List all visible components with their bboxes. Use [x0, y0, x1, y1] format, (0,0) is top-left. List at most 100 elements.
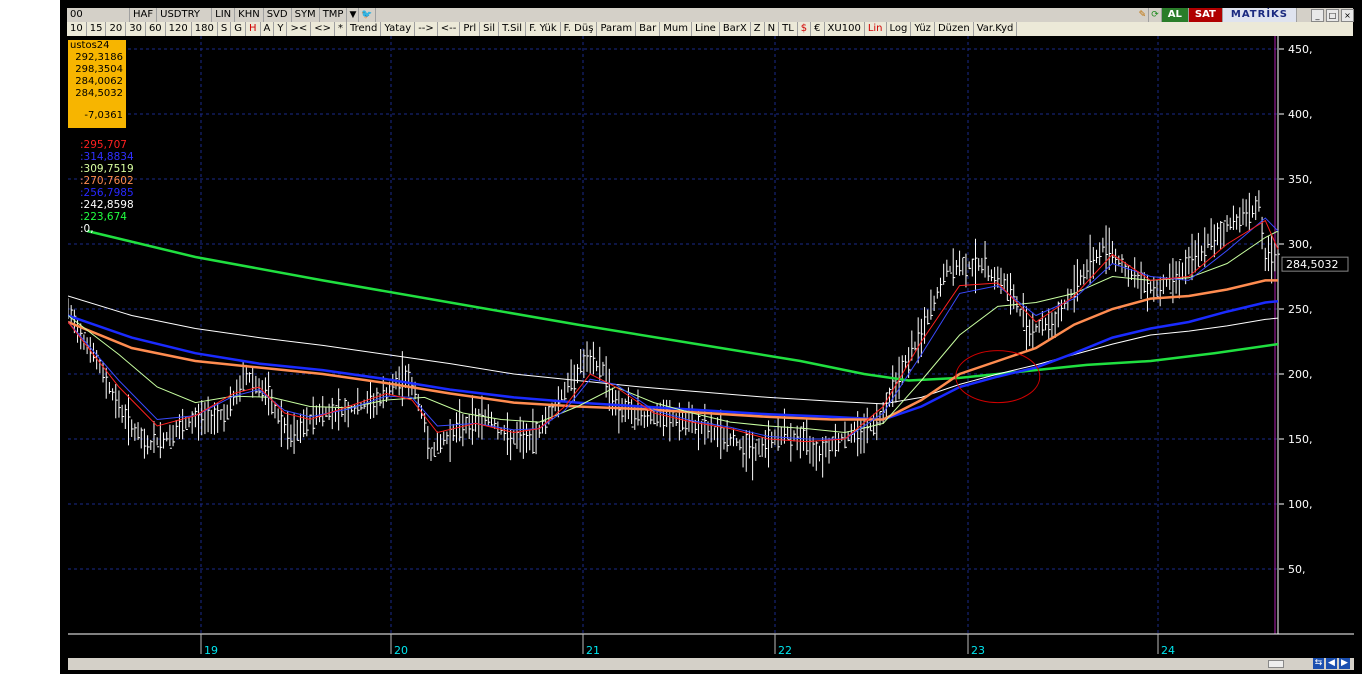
ohlc-info-box: ustos24 292,3186 298,3504 284,0062 284,5…	[68, 40, 126, 128]
y-tick-label: 300,	[1288, 238, 1313, 251]
toolbar-option-20[interactable]: Sil	[480, 22, 500, 36]
toolbar-option-3[interactable]: 30	[126, 22, 146, 36]
ma-legend-item: :242,8598	[80, 199, 134, 211]
scroll-left-icon[interactable]: ◀	[1326, 658, 1337, 669]
x-tick-label: 19	[204, 644, 218, 657]
toolbar-option-0[interactable]: 10	[67, 22, 87, 36]
ma-legend-item: :0,	[80, 223, 94, 235]
y-tick-label: 150,	[1288, 433, 1313, 446]
series-line-ma-orange	[67, 279, 1278, 421]
twitter-icon[interactable]: 🐦	[359, 8, 376, 22]
toolbar-option-37[interactable]: Yüz	[911, 22, 935, 36]
toolbar-option-28[interactable]: BarX	[720, 22, 751, 36]
x-tick-label: 23	[971, 644, 985, 657]
y-tick-label: 400,	[1288, 108, 1313, 121]
left-panel-strip	[0, 0, 61, 674]
toolbar-option-39[interactable]: Var.Kyd	[974, 22, 1018, 36]
x-tick-label: 20	[394, 644, 408, 657]
toolbar-option-29[interactable]: Z	[751, 22, 765, 36]
toolbar-lin-button[interactable]: LIN	[212, 8, 236, 22]
toolbar-option-34[interactable]: XU100	[825, 22, 865, 36]
scroll-right-icon[interactable]: ▶	[1339, 658, 1350, 669]
toolbar-option-1[interactable]: 15	[87, 22, 107, 36]
moving-average-legend: :295,707:314,8834:309,7519:270,7602:256,…	[80, 139, 134, 235]
toolbar-option-25[interactable]: Bar	[636, 22, 661, 36]
ohlc-open: 292,3186	[75, 52, 123, 63]
window-controls: _ □ ×	[1311, 9, 1354, 22]
y-tick-label: 200,	[1288, 368, 1313, 381]
toolbar-sym-button[interactable]: SYM	[292, 8, 320, 22]
period-label: 00	[67, 8, 130, 22]
x-tick-label: 21	[586, 644, 600, 657]
ohlc-change: -7,0361	[84, 110, 123, 121]
toolbar-option-7[interactable]: S	[218, 22, 232, 36]
sync-icon[interactable]: ⇆	[1313, 658, 1324, 669]
toolbar-option-38[interactable]: Düzen	[935, 22, 974, 36]
toolbar-option-22[interactable]: F. Yük	[526, 22, 561, 36]
close-icon[interactable]: ×	[1341, 9, 1354, 22]
buy-button[interactable]: AL	[1161, 8, 1189, 22]
toolbar-option-31[interactable]: TL	[779, 22, 798, 36]
brand-logo: MATRİKS	[1222, 8, 1297, 22]
toolbar-svd-button[interactable]: SVD	[264, 8, 292, 22]
toolbar-option-11[interactable]: Y	[274, 22, 288, 36]
toolbar-option-10[interactable]: A	[261, 22, 275, 36]
toolbar-option-8[interactable]: G	[231, 22, 246, 36]
toolbar-option-32[interactable]: $	[798, 22, 812, 36]
y-tick-label: 50,	[1288, 563, 1306, 576]
toolbar-tmp-button[interactable]: TMP	[320, 8, 348, 22]
toolbar-option-4[interactable]: 60	[146, 22, 166, 36]
horizontal-scrollbar[interactable]: ⇆ ◀ ▶	[68, 658, 1354, 670]
toolbar-option-30[interactable]: N	[765, 22, 780, 36]
maximize-icon[interactable]: □	[1326, 9, 1339, 22]
minimize-icon[interactable]: _	[1311, 9, 1324, 22]
toolbar-option-18[interactable]: <--	[438, 22, 461, 36]
scroll-thumb[interactable]	[1268, 660, 1284, 668]
toolbar-option-12[interactable]: ><	[287, 22, 312, 36]
last-price-label: 284,5032	[1286, 258, 1339, 271]
edit-icon[interactable]: ✎	[1137, 8, 1150, 22]
toolbar-option-17[interactable]: -->	[415, 22, 438, 36]
series-line-ma-blue	[67, 299, 1279, 421]
ma-legend-item: :314,8834	[80, 151, 134, 163]
refresh-icon[interactable]: ⟳	[1149, 8, 1162, 22]
dropdown-arrow-icon[interactable]: ▼	[347, 8, 360, 22]
toolbar-option-24[interactable]: Param	[597, 22, 637, 36]
toolbar-option-21[interactable]: T.Sil	[499, 22, 527, 36]
toolbar-haf-button[interactable]: HAF	[130, 8, 158, 22]
ma-legend-item: :256,7985	[80, 187, 134, 199]
x-tick-label: 24	[1161, 644, 1175, 657]
ohlc-close: 284,5032	[75, 88, 123, 99]
ohlc-date: ustos24	[70, 40, 110, 51]
y-tick-label: 100,	[1288, 498, 1313, 511]
ma-legend-item: :223,674	[80, 211, 127, 223]
toolbar-option-9[interactable]: H	[246, 22, 261, 36]
toolbar-option-14[interactable]: *	[335, 22, 347, 36]
toolbar-option-15[interactable]: Trend	[347, 22, 382, 36]
toolbar-option-16[interactable]: Yatay	[381, 22, 416, 36]
toolbar-option-6[interactable]: 180	[192, 22, 218, 36]
toolbar-option-36[interactable]: Log	[887, 22, 912, 36]
toolbar-option-27[interactable]: Line	[692, 22, 720, 36]
toolbar-top: 00 HAF USDTRY LIN KHN SVD SYM TMP ▼ 🐦 ✎ …	[67, 8, 1353, 22]
price-chart[interactable]: 50, 100, 150, 200, 250, 300, 350, 400, 450, 19 20 2…	[67, 36, 1354, 662]
toolbar-option-23[interactable]: F. Düş	[561, 22, 598, 36]
toolbar-option-5[interactable]: 120	[166, 22, 192, 36]
symbol-selector[interactable]: USDTRY	[157, 8, 213, 22]
sell-button[interactable]: SAT	[1188, 8, 1223, 22]
y-tick-label: 250,	[1288, 303, 1313, 316]
y-tick-label: 450,	[1288, 43, 1313, 56]
toolbar-option-13[interactable]: <>	[311, 22, 335, 36]
toolbar-option-2[interactable]: 20	[106, 22, 127, 36]
toolbar-option-35[interactable]: Lin	[865, 22, 887, 36]
toolbar-khn-button[interactable]: KHN	[235, 8, 264, 22]
chart-svg[interactable]: 50, 100, 150, 200, 250, 300, 350, 400, 450, 19 20 2…	[67, 36, 1354, 658]
y-tick-label: 350,	[1288, 173, 1313, 186]
ma-legend-item: :270,7602	[80, 175, 134, 187]
toolbar-option-19[interactable]: Prl	[460, 22, 481, 36]
ohlc-low: 284,0062	[75, 76, 123, 87]
toolbar-option-33[interactable]: €	[811, 22, 825, 36]
x-tick-label: 22	[778, 644, 792, 657]
toolbar-option-26[interactable]: Mum	[660, 22, 692, 36]
series-line-ma-white	[67, 295, 1279, 405]
